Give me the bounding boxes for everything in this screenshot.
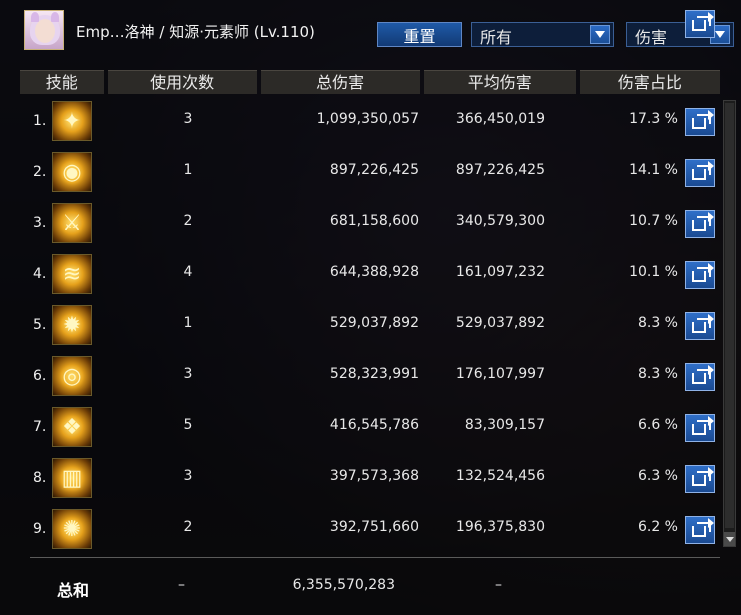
reset-button[interactable]: 重置	[377, 22, 462, 47]
row-total-damage: 1,099,350,057	[316, 111, 419, 127]
filter-type-value: 所有	[480, 28, 513, 47]
table-row: 4. ≋ 4 644,388,928 161,097,232 10.1 %	[24, 251, 724, 297]
summary-label: 总和	[57, 581, 90, 600]
row-average-damage: 176,107,997	[455, 366, 545, 382]
share-button[interactable]	[685, 465, 715, 493]
row-uses: 3	[183, 111, 193, 127]
row-damage-share: 6.6 %	[637, 417, 678, 433]
row-damage-share: 8.3 %	[637, 366, 678, 382]
filter-type-dropdown[interactable]: 所有	[471, 22, 614, 47]
magic-dome-icon[interactable]: ◉	[52, 152, 92, 192]
row-average-damage: 161,097,232	[455, 264, 545, 280]
row-average-damage: 529,037,892	[455, 315, 545, 331]
row-index: 6.	[33, 368, 47, 384]
row-index: 7.	[33, 419, 47, 435]
row-damage-share: 8.3 %	[637, 315, 678, 331]
row-average-damage: 83,309,157	[464, 417, 545, 433]
row-damage-share: 10.7 %	[629, 213, 678, 229]
row-total-damage: 392,751,660	[329, 519, 419, 535]
vortex-icon[interactable]: ◎	[52, 356, 92, 396]
share-button[interactable]	[685, 159, 715, 187]
table-row: 6. ◎ 3 528,323,991 176,107,997 8.3 %	[24, 353, 724, 399]
character-name: Emp…洛神 / 知源·元素师 (Lv.110)	[76, 23, 315, 41]
table-row: 3. ⚔ 2 681,158,600 340,579,300 10.7 %	[24, 200, 724, 246]
share-button[interactable]	[685, 108, 715, 136]
table-row: 8. ▥ 3 397,573,368 132,524,456 6.3 %	[24, 455, 724, 501]
light-pillars-icon[interactable]: ▥	[52, 458, 92, 498]
crystal-shards-icon[interactable]: ❖	[52, 407, 92, 447]
row-uses: 1	[183, 315, 193, 331]
row-index: 3.	[33, 215, 47, 231]
share-button[interactable]	[685, 516, 715, 544]
share-button[interactable]	[685, 414, 715, 442]
row-uses: 2	[183, 213, 193, 229]
arcane-swords-icon[interactable]: ⚔	[52, 203, 92, 243]
flame-wave-icon[interactable]: ≋	[52, 254, 92, 294]
fire-ring-icon[interactable]: ✺	[52, 509, 92, 549]
row-average-damage: 366,450,019	[455, 111, 545, 127]
table-row: 9. ✺ 2 392,751,660 196,375,830 6.2 %	[24, 506, 724, 552]
row-damage-share: 6.3 %	[637, 468, 678, 484]
scrollbar-thumb[interactable]	[725, 103, 734, 528]
row-total-damage: 529,037,892	[329, 315, 419, 331]
row-uses: 5	[183, 417, 193, 433]
row-damage-share: 14.1 %	[629, 162, 678, 178]
summary-share-button[interactable]	[685, 10, 715, 38]
row-total-damage: 644,388,928	[329, 264, 419, 280]
row-uses: 3	[183, 468, 193, 484]
summary-total: 6,355,570,283	[292, 577, 395, 593]
summary-divider	[30, 557, 720, 558]
lightning-orb-icon[interactable]: ✦	[52, 101, 92, 141]
table-row: 7. ❖ 5 416,545,786 83,309,157 6.6 %	[24, 404, 724, 450]
summary-average: –	[495, 577, 502, 593]
row-average-damage: 897,226,425	[455, 162, 545, 178]
column-average[interactable]: 平均伤害	[423, 70, 576, 94]
scrollbar[interactable]	[723, 100, 736, 547]
damage-stats-panel: Emp…洛神 / 知源·元素师 (Lv.110) 重置 所有 伤害 技能 使用次…	[0, 0, 741, 615]
row-index: 8.	[33, 470, 47, 486]
row-total-damage: 681,158,600	[329, 213, 419, 229]
filter-metric-value: 伤害	[635, 28, 668, 47]
row-index: 2.	[33, 164, 47, 180]
chevron-down-icon[interactable]	[590, 25, 610, 44]
row-total-damage: 897,226,425	[329, 162, 419, 178]
share-button[interactable]	[685, 210, 715, 238]
column-total[interactable]: 总伤害	[260, 70, 420, 94]
row-average-damage: 196,375,830	[455, 519, 545, 535]
row-index: 5.	[33, 317, 47, 333]
table-row: 1. ✦ 3 1,099,350,057 366,450,019 17.3 %	[24, 98, 724, 144]
row-index: 4.	[33, 266, 47, 282]
table-row: 5. ✹ 1 529,037,892 529,037,892 8.3 %	[24, 302, 724, 348]
row-damage-share: 6.2 %	[637, 519, 678, 535]
share-button[interactable]	[685, 363, 715, 391]
panel-header: Emp…洛神 / 知源·元素师 (Lv.110) 重置 所有 伤害	[0, 0, 741, 68]
summary-uses: –	[178, 577, 185, 593]
row-total-damage: 397,573,368	[329, 468, 419, 484]
row-damage-share: 10.1 %	[629, 264, 678, 280]
row-damage-share: 17.3 %	[629, 111, 678, 127]
column-header-row: 技能 使用次数 总伤害 平均伤害 伤害占比	[20, 70, 720, 94]
column-uses[interactable]: 使用次数	[107, 70, 257, 94]
row-average-damage: 132,524,456	[455, 468, 545, 484]
row-uses: 4	[183, 264, 193, 280]
scroll-down-arrow[interactable]	[724, 532, 735, 546]
column-skill[interactable]: 技能	[20, 70, 104, 94]
row-uses: 3	[183, 366, 193, 382]
filter-metric-dropdown[interactable]: 伤害	[626, 22, 734, 47]
row-index: 1.	[33, 113, 47, 129]
row-total-damage: 528,323,991	[329, 366, 419, 382]
row-average-damage: 340,579,300	[455, 213, 545, 229]
share-button[interactable]	[685, 261, 715, 289]
row-uses: 2	[183, 519, 193, 535]
row-uses: 1	[183, 162, 193, 178]
row-index: 9.	[33, 521, 47, 537]
table-row: 2. ◉ 1 897,226,425 897,226,425 14.1 %	[24, 149, 724, 195]
burst-explosion-icon[interactable]: ✹	[52, 305, 92, 345]
row-total-damage: 416,545,786	[329, 417, 419, 433]
share-button[interactable]	[685, 312, 715, 340]
column-share[interactable]: 伤害占比	[579, 70, 720, 94]
character-avatar	[24, 10, 64, 50]
